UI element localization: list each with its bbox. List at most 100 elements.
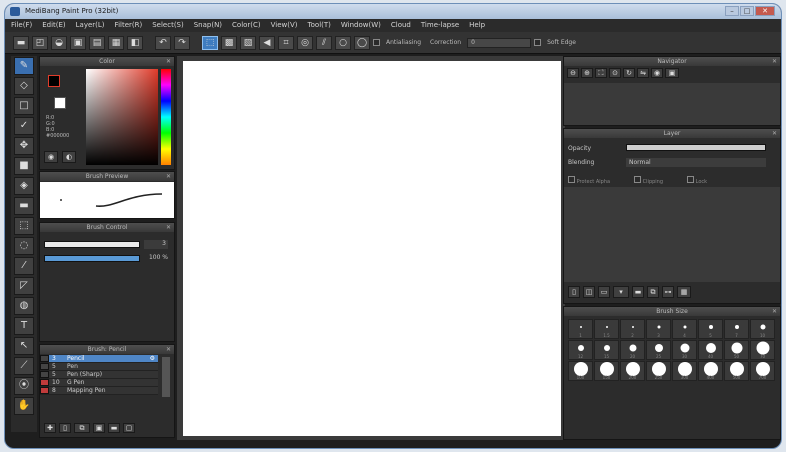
duplicate-layer-icon[interactable]: ⧉ xyxy=(647,286,659,298)
undo-icon[interactable]: ↶ xyxy=(155,35,171,50)
brush-tool-icon[interactable]: ✎ xyxy=(14,57,34,75)
transform-icon[interactable]: ⌗ xyxy=(278,35,294,50)
actual-size-icon[interactable]: ⊙ xyxy=(609,68,621,78)
brush-size-cell[interactable]: 30 xyxy=(672,340,697,360)
select-pen-tool-icon[interactable]: ◸ xyxy=(14,277,34,295)
hand-tool-icon[interactable]: ✋ xyxy=(14,397,34,415)
menu-edit[interactable]: Edit(E) xyxy=(42,19,65,32)
close-icon[interactable]: ✕ xyxy=(166,345,171,354)
magic-wand-tool-icon[interactable]: ⁄ xyxy=(14,257,34,275)
brush-item[interactable]: 5 Pen xyxy=(40,363,158,371)
eraser-tool-icon[interactable]: ◇ xyxy=(14,77,34,95)
save-icon[interactable]: ◒ xyxy=(51,35,67,50)
rect-fill-tool-icon[interactable]: ■ xyxy=(14,157,34,175)
menu-color[interactable]: Color(C) xyxy=(232,19,261,32)
check-tool-icon[interactable]: ✓ xyxy=(14,117,34,135)
brush-size-cell[interactable]: 5 xyxy=(698,319,723,339)
text-tool-icon[interactable]: T xyxy=(14,317,34,335)
zoom-out-icon[interactable]: ⊖ xyxy=(567,68,579,78)
rotate-icon[interactable]: ↻ xyxy=(623,68,635,78)
maximize-button[interactable]: □ xyxy=(740,6,754,16)
brush-size-cell[interactable]: 3 xyxy=(646,319,671,339)
dot-tool-icon[interactable]: □ xyxy=(14,97,34,115)
select-rect-icon[interactable]: ⬚ xyxy=(202,35,218,50)
brush-size-cell[interactable]: 4 xyxy=(672,319,697,339)
clipping-checkbox[interactable] xyxy=(634,176,642,183)
background-color-swatch[interactable] xyxy=(54,97,66,109)
close-icon[interactable]: ✕ xyxy=(772,307,777,316)
brush-size-cell[interactable]: 1.5 xyxy=(594,319,619,339)
brush-size-value[interactable]: 3 xyxy=(144,240,168,249)
drawing-canvas[interactable] xyxy=(183,61,561,436)
brush-size-cell[interactable]: 500 xyxy=(724,361,749,381)
menu-select[interactable]: Select(S) xyxy=(152,19,184,32)
zoom-in-icon[interactable]: ⊕ xyxy=(581,68,593,78)
eyedropper-tool-icon[interactable]: ⦿ xyxy=(14,377,34,395)
menu-snap[interactable]: Snap(N) xyxy=(194,19,222,32)
merge-down-icon[interactable]: ⊶ xyxy=(662,286,674,298)
move-tool-icon[interactable]: ✥ xyxy=(14,137,34,155)
brush-size-cell[interactable]: 7 xyxy=(724,319,749,339)
folder-icon[interactable]: ▬ xyxy=(632,286,644,298)
brush-opacity-slider[interactable] xyxy=(44,255,140,262)
antialiasing-checkbox[interactable] xyxy=(373,39,380,46)
open-file-icon[interactable]: ◰ xyxy=(32,35,48,50)
menu-window[interactable]: Window(W) xyxy=(341,19,381,32)
brush-opacity-value[interactable]: 100 % xyxy=(144,254,168,263)
snap-circle-icon[interactable]: ○ xyxy=(335,35,351,50)
select-all-icon[interactable]: ▩ xyxy=(221,35,237,50)
cloud-save-icon[interactable]: ▣ xyxy=(70,35,86,50)
brush-item[interactable]: 8 Mapping Pen xyxy=(40,387,158,395)
reset-view-icon[interactable]: ◉ xyxy=(651,68,663,78)
grid-icon[interactable]: ▦ xyxy=(108,35,124,50)
delete-layer-icon[interactable]: ▦ xyxy=(677,286,691,298)
redo-icon[interactable]: ↷ xyxy=(174,35,190,50)
snapshot-icon[interactable]: ▣ xyxy=(665,68,679,78)
brush-size-cell[interactable]: 400 xyxy=(698,361,723,381)
delete-brush-icon[interactable]: ▢ xyxy=(123,423,135,433)
new-layer-dropdown-icon[interactable]: ▾ xyxy=(613,286,629,298)
flip-icon[interactable]: ⇋ xyxy=(637,68,649,78)
brush-settings-icon[interactable]: ▣ xyxy=(93,423,105,433)
menu-view[interactable]: View(V) xyxy=(271,19,298,32)
close-icon[interactable]: ✕ xyxy=(772,57,777,66)
brush-item[interactable]: 10 G Pen xyxy=(40,379,158,387)
add-brush-icon[interactable]: ✚ xyxy=(44,423,56,433)
select-eraser-tool-icon[interactable]: ◍ xyxy=(14,297,34,315)
foreground-color-swatch[interactable] xyxy=(48,75,60,87)
brush-size-cell[interactable]: 25 xyxy=(646,340,671,360)
close-icon[interactable]: ✕ xyxy=(772,129,777,138)
correction-select[interactable]: 0 xyxy=(467,37,532,48)
settings-icon[interactable]: ◧ xyxy=(127,35,143,50)
brush-size-cell[interactable]: 1 xyxy=(568,319,593,339)
deselect-icon[interactable]: ▧ xyxy=(240,35,256,50)
color-set-icon[interactable]: ◐ xyxy=(62,151,76,163)
duplicate-brush-icon[interactable]: ⧉ xyxy=(74,423,90,433)
minimize-button[interactable]: – xyxy=(725,6,739,16)
new-canvas-icon[interactable]: ▬ xyxy=(13,35,29,50)
brush-size-cell[interactable]: 300 xyxy=(672,361,697,381)
brush-size-cell[interactable]: 250 xyxy=(646,361,671,381)
close-icon[interactable]: ✕ xyxy=(166,57,171,66)
brush-item[interactable]: 3 Pencil ⚙ xyxy=(40,355,158,363)
fit-icon[interactable]: ⛶ xyxy=(595,68,607,78)
brush-size-cell[interactable]: 200 xyxy=(620,361,645,381)
snap-icon[interactable]: ◎ xyxy=(297,35,313,50)
menu-timelapse[interactable]: Time-lapse xyxy=(421,19,459,32)
brush-size-cell[interactable]: 20 xyxy=(620,340,645,360)
brush-size-cell[interactable]: 150 xyxy=(594,361,619,381)
soft-edge-checkbox[interactable] xyxy=(534,39,542,46)
brush-size-cell[interactable]: 100 xyxy=(568,361,593,381)
snap-parallel-icon[interactable]: ⫽ xyxy=(316,35,332,50)
brush-size-cell[interactable]: 2 xyxy=(620,319,645,339)
close-button[interactable]: ✕ xyxy=(755,6,775,16)
new-halftone-layer-icon[interactable]: ◫ xyxy=(583,286,595,298)
brush-size-cell[interactable]: 40 xyxy=(698,340,723,360)
brush-size-slider[interactable] xyxy=(44,241,140,248)
menu-cloud[interactable]: Cloud xyxy=(391,19,411,32)
brush-size-cell[interactable]: 700 xyxy=(750,361,775,381)
brush-list-scrollbar[interactable] xyxy=(162,357,170,397)
brush-size-cell[interactable]: 12 xyxy=(568,340,593,360)
gear-icon[interactable]: ⚙ xyxy=(150,355,158,362)
hue-slider[interactable] xyxy=(161,69,171,165)
